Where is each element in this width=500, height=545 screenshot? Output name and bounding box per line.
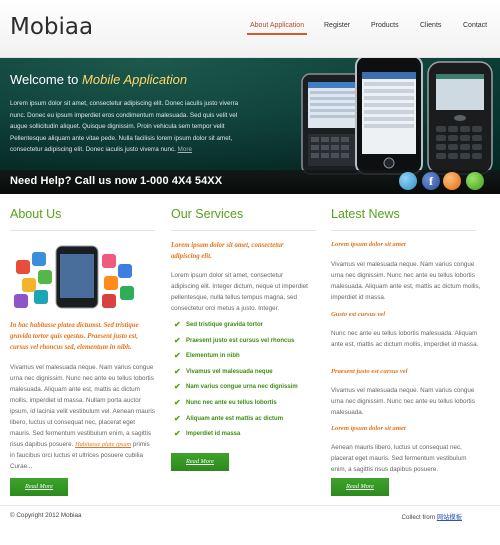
site-header: Mobiaa About Application Register Produc… [0,0,500,58]
about-rule [10,230,155,231]
about-read-more-button[interactable]: Read More [10,478,68,496]
twitter-icon[interactable] [399,172,417,190]
facebook-icon[interactable]: f [422,172,440,190]
check-icon: ✔ [174,429,181,439]
help-phone-text: Need Help? Call us now 1-000 4X4 54XX [10,175,223,187]
services-title: Our Services [171,207,244,221]
check-icon: ✔ [174,335,181,345]
service-item-label: Imperdiet id massa [186,431,241,438]
hero-more-link[interactable]: More [178,146,192,153]
service-item-label: Nunc nec ante eu tellus lobortis [186,399,277,406]
service-item: ✔ Sed tristique gravida tortor [174,320,324,336]
nav-products[interactable]: Products [371,22,399,29]
about-body-text: Vivamus vel malesuada neque. Nam varius … [10,364,155,448]
service-item: ✔ Imperdiet id massa [174,429,324,445]
check-icon: ✔ [174,366,181,376]
news-item: Lorem ipsum dolor sit amet Vivamus vel m… [331,240,481,303]
service-item-label: Nam varius congue urna nec dignissim [186,384,298,391]
news-item-body: Vivamus vel malesuada neque. Nam varius … [331,387,475,416]
footer-copyright: © Copyright 2012 Mobiaa [10,512,82,519]
news-item-body: Vivamus vel malesuada neque. Nam varius … [331,261,481,301]
news-item: Lorem ipsum dolor sit amet Aenean mauris… [331,424,481,475]
rss-icon[interactable] [443,172,461,190]
hero-paragraph: Lorem ipsum dolor sit amet, consectetur … [10,100,239,153]
hero-title-plain: Welcome to [10,72,79,87]
service-item: ✔ Vivamus vel malesuada neque [174,367,324,383]
service-item-label: Aliquam ante est mattis ac dictum [186,415,284,422]
about-body: Vivamus vel malesuada neque. Nam varius … [10,362,155,472]
news-item-title[interactable]: Praesent justo est cursus vel [331,367,481,377]
nav-about-application[interactable]: About Application [246,22,308,35]
footer-collect-link[interactable]: 网站模板 [437,514,462,521]
news-item-body: Aenean mauris libero, luctus ut consequa… [331,444,467,473]
news-item-title[interactable]: Lorem ipsum dolor sit amet [331,424,481,434]
news-title: Latest News [331,207,400,221]
news-rule [331,230,476,231]
services-list: ✔ Sed tristique gravida tortor ✔ Praesent … [174,320,324,445]
services-lead: Lorem ipsum dolor sit amet, consectetur … [171,242,284,260]
check-icon: ✔ [174,351,181,361]
check-icon: ✔ [174,382,181,392]
service-item: ✔ Nunc nec ante eu tellus lobortis [174,398,324,414]
check-icon: ✔ [174,397,181,407]
service-item-label: Elementum in nibh [186,353,240,360]
nav-register[interactable]: Register [324,22,350,29]
check-icon: ✔ [174,413,181,423]
hero-title-italic: Mobile Application [82,72,188,87]
help-bar: Need Help? Call us now 1-000 4X4 54XX f [0,170,500,194]
phones-illustration [301,58,493,175]
services-read-more-button[interactable]: Read More [171,453,229,471]
phone-left-icon [301,73,365,175]
service-item-label: Sed tristique gravida tortor [186,322,264,328]
nav-clients[interactable]: Clients [420,22,441,29]
hero-banner: Welcome to Mobile Application Lorem ipsu… [0,58,500,194]
services-body: Lorem ipsum dolor sit amet, consectetur … [171,272,308,312]
news-item: Praesent justo est cursus vel Vivamus ve… [331,367,481,418]
services-rule [171,230,316,231]
service-item-label: Praesent justo est cursus vel rhoncus [186,337,295,344]
about-title: About Us [10,207,62,221]
service-item-label: Vivamus vel malesuada neque [186,368,273,375]
news-item-body: Nunc nec ante eu tellus lobortis malesua… [331,330,479,348]
footer-collect-text: Collect from [401,514,436,521]
service-item: ✔ Aliquam ante est mattis ac dictum [174,414,324,430]
phone-center-icon [355,58,423,175]
chat-icon[interactable] [466,172,484,190]
footer-collect: Collect from 网站模板 [401,512,462,521]
news-item: Gusto est cursus vel Nunc nec ante eu te… [331,310,481,350]
phone-right-icon [427,61,493,175]
service-item: ✔ Elementum in nibh [174,351,324,367]
service-item: ✔ Nam varius congue urna nec dignissim [174,382,324,398]
main-nav: About Application Register Products Clie… [0,22,500,38]
about-lead: In hac habitasse platea dictumst. Sed tr… [10,322,139,351]
hero-title: Welcome to Mobile Application [10,72,187,87]
check-icon: ✔ [174,320,181,329]
news-item-title[interactable]: Gusto est cursus vel [331,310,481,320]
footer-divider [0,505,500,506]
nav-contact[interactable]: Contact [463,22,487,29]
apps-phone-image [10,240,140,312]
service-item: ✔ Praesent justo est cursus vel rhoncus [174,336,324,352]
news-read-more-button[interactable]: Read More [331,478,389,496]
hero-text: Lorem ipsum dolor sit amet, consectetur … [10,98,250,156]
news-item-title[interactable]: Lorem ipsum dolor sit amet [331,240,481,250]
about-inline-link[interactable]: Habitasse plate ipsum [75,441,131,448]
